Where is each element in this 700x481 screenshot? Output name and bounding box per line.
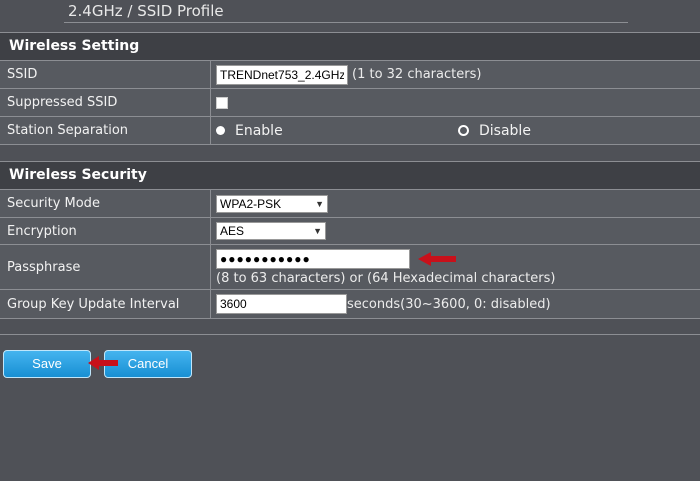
row-divider xyxy=(210,117,211,144)
ssid-label: SSID xyxy=(7,67,38,82)
ssid-hint: (1 to 32 characters) xyxy=(352,67,482,82)
passphrase-row: Passphrase (8 to 63 characters) or (64 H… xyxy=(0,245,700,290)
group-key-label: Group Key Update Interval xyxy=(7,296,180,312)
group-key-hint: seconds(30~3600, 0: disabled) xyxy=(347,296,551,312)
security-mode-row: Security Mode WPA2-PSK ▼ xyxy=(0,190,700,218)
wireless-security-heading: Wireless Security xyxy=(0,161,700,190)
group-key-row: Group Key Update Interval seconds(30~360… xyxy=(0,290,700,319)
suppressed-ssid-row: Suppressed SSID xyxy=(0,89,700,117)
footer-divider xyxy=(0,334,700,335)
red-arrow-icon xyxy=(88,356,118,370)
encryption-value: AES xyxy=(220,224,245,238)
ssid-row: SSID (1 to 32 characters) xyxy=(0,61,700,89)
enable-radio[interactable] xyxy=(216,126,225,135)
save-button[interactable]: Save xyxy=(3,350,91,378)
chevron-down-icon: ▼ xyxy=(315,198,324,209)
wireless-setting-heading: Wireless Setting xyxy=(0,32,700,61)
encryption-label: Encryption xyxy=(7,223,77,239)
ssid-input[interactable] xyxy=(216,64,348,85)
encryption-row: Encryption AES ▼ xyxy=(0,218,700,245)
red-arrow-icon xyxy=(418,252,456,266)
enable-radio-label: Enable xyxy=(235,122,283,139)
station-separation-row: Station Separation Enable Disable xyxy=(0,117,700,145)
station-separation-label: Station Separation xyxy=(7,123,129,138)
disable-radio[interactable] xyxy=(458,125,469,136)
suppressed-ssid-checkbox[interactable] xyxy=(216,96,228,109)
row-divider xyxy=(210,190,211,217)
security-mode-value: WPA2-PSK xyxy=(220,196,282,211)
security-mode-select[interactable]: WPA2-PSK ▼ xyxy=(216,194,328,213)
row-divider xyxy=(210,218,211,244)
disable-radio-label: Disable xyxy=(479,122,531,139)
chevron-down-icon: ▼ xyxy=(313,226,322,236)
group-key-input[interactable] xyxy=(216,294,347,314)
row-divider xyxy=(210,245,211,289)
wireless-setting-section: Wireless Setting SSID (1 to 32 character… xyxy=(0,32,700,145)
row-divider xyxy=(210,61,211,88)
passphrase-hint: (8 to 63 characters) or (64 Hexadecimal … xyxy=(216,270,556,286)
passphrase-input[interactable] xyxy=(216,248,410,269)
row-divider xyxy=(210,89,211,116)
row-divider xyxy=(210,290,211,318)
passphrase-label: Passphrase xyxy=(7,259,81,275)
page-title: 2.4GHz / SSID Profile xyxy=(68,2,224,20)
wireless-security-section: Wireless Security Security Mode WPA2-PSK… xyxy=(0,161,700,319)
title-divider xyxy=(64,22,628,23)
encryption-select[interactable]: AES ▼ xyxy=(216,222,326,240)
suppressed-ssid-label: Suppressed SSID xyxy=(7,95,118,110)
security-mode-label: Security Mode xyxy=(7,196,100,211)
